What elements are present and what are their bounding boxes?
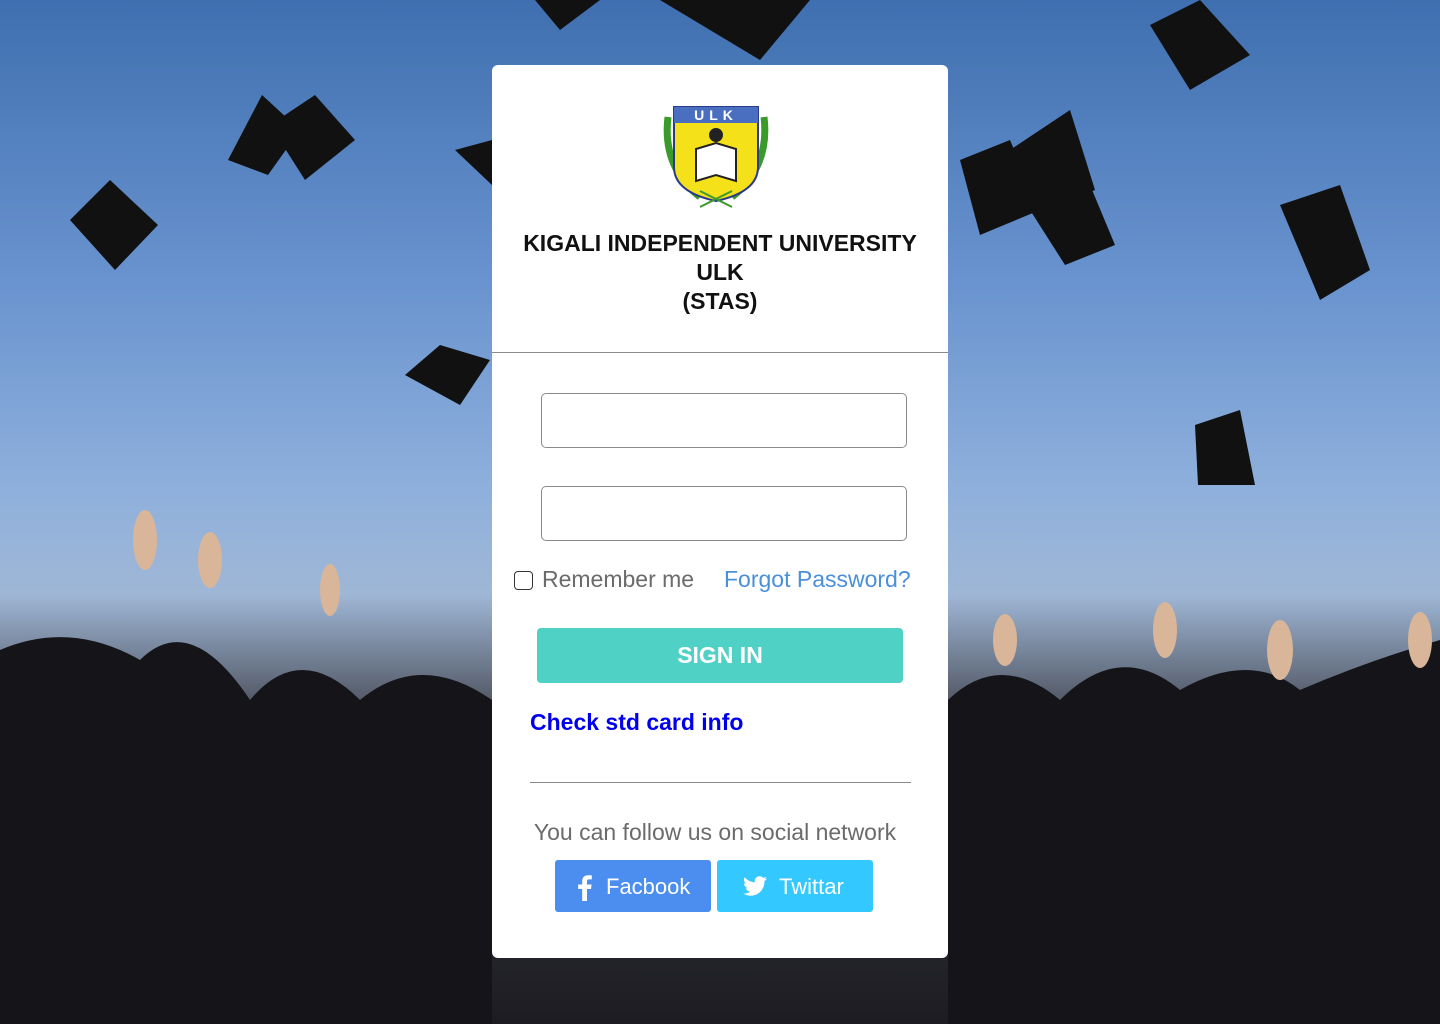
- crest-text: ULK: [694, 107, 738, 123]
- university-crest-icon: ULK: [663, 106, 769, 208]
- footer-divider: [530, 782, 911, 783]
- login-card: ULK KIGALI INDEPENDENT UNIVERSITY ULK (S…: [492, 65, 948, 958]
- title-line-1: KIGALI INDEPENDENT UNIVERSITY: [523, 230, 917, 256]
- twitter-button[interactable]: Twittar: [717, 860, 873, 912]
- university-title: KIGALI INDEPENDENT UNIVERSITY ULK (STAS): [492, 229, 948, 316]
- facebook-label: Facbook: [606, 874, 691, 899]
- twitter-label: Twittar: [779, 874, 844, 899]
- remember-row: Remember me Forgot Password?: [514, 565, 934, 595]
- check-card-info-link[interactable]: Check std card info: [530, 709, 743, 736]
- facebook-button[interactable]: Facbook: [555, 860, 711, 912]
- social-heading: You can follow us on social network: [533, 819, 897, 845]
- twitter-icon: [743, 876, 767, 896]
- title-line-3: (STAS): [682, 288, 758, 314]
- title-line-2: ULK: [696, 259, 744, 285]
- remember-checkbox[interactable]: [514, 571, 533, 590]
- remember-label[interactable]: Remember me: [542, 566, 694, 593]
- forgot-password-link[interactable]: Forgot Password?: [724, 566, 911, 593]
- header-divider: [492, 352, 948, 353]
- password-input[interactable]: [541, 486, 907, 541]
- facebook-icon: [578, 875, 592, 901]
- username-input[interactable]: [541, 393, 907, 448]
- sign-in-button[interactable]: SIGN IN: [537, 628, 903, 683]
